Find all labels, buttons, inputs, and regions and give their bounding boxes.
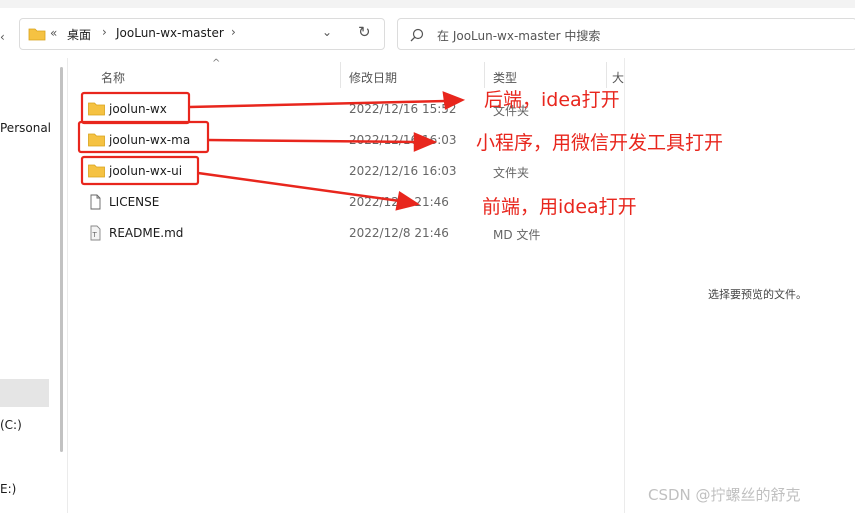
breadcrumb-overflow[interactable]: « <box>50 26 57 40</box>
file-name: joolun-wx-ui <box>109 164 183 178</box>
chevron-right-icon[interactable]: › <box>102 25 107 39</box>
folder-icon <box>28 26 46 45</box>
preview-empty-message: 选择要预览的文件。 <box>708 288 807 301</box>
text-file-icon: T <box>88 225 103 244</box>
annotation-label-miniprogram: 小程序，用微信开发工具打开 <box>476 132 724 154</box>
column-header-size[interactable]: 大 <box>612 69 624 86</box>
nav-item-selected[interactable] <box>0 379 49 407</box>
nav-item-drive-e[interactable]: E:) <box>0 482 16 496</box>
search-icon <box>410 28 424 45</box>
column-header-type[interactable]: 类型 <box>493 69 517 86</box>
breadcrumb-current-folder[interactable]: JooLun-wx-master <box>116 26 224 40</box>
file-date: 2022/12/8 21:46 <box>349 195 449 209</box>
breadcrumb-desktop[interactable]: 桌面 <box>67 26 91 43</box>
address-bar[interactable]: « 桌面 › JooLun-wx-master › ⌄ ↻ <box>19 18 385 50</box>
nav-item-personal[interactable]: Personal <box>0 121 51 135</box>
annotation-label-frontend: 前端，用idea打开 <box>482 196 637 218</box>
file-date: 2022/12/8 21:46 <box>349 226 449 240</box>
file-type: MD 文件 <box>493 228 541 242</box>
column-header-date[interactable]: 修改日期 <box>349 69 397 86</box>
file-name: joolun-wx <box>109 102 167 116</box>
folder-icon <box>88 163 105 181</box>
folder-icon <box>88 132 105 150</box>
file-date: 2022/12/16 16:03 <box>349 164 457 178</box>
file-date: 2022/12/16 16:03 <box>349 133 457 147</box>
nav-back-chevron-icon[interactable]: ‹ <box>0 30 5 44</box>
nav-scrollbar[interactable] <box>60 67 63 452</box>
sort-ascending-icon: ^ <box>212 58 221 69</box>
file-type: 文件夹 <box>493 166 530 180</box>
file-row-readme[interactable]: T README.md 2022/12/8 21:46 MD 文件 <box>82 219 622 247</box>
preview-divider[interactable] <box>624 58 625 513</box>
svg-text:T: T <box>92 231 98 239</box>
chevron-down-icon[interactable]: ⌄ <box>322 25 332 39</box>
file-row-joolun-wx-ui[interactable]: joolun-wx-ui 2022/12/16 16:03 文件夹 <box>82 157 622 185</box>
annotation-label-backend: 后端，idea打开 <box>484 89 620 111</box>
column-header-name[interactable]: 名称 <box>101 69 125 86</box>
file-name: joolun-wx-ma <box>109 133 191 147</box>
annotation-overlay <box>77 91 466 211</box>
file-icon <box>88 194 103 213</box>
title-strip <box>0 0 855 8</box>
watermark: CSDN @拧螺丝的舒克 <box>648 486 801 504</box>
search-box[interactable]: 在 JooLun-wx-master 中搜索 <box>397 18 855 50</box>
search-placeholder[interactable]: 在 JooLun-wx-master 中搜索 <box>437 27 600 44</box>
chevron-right-icon[interactable]: › <box>231 25 236 39</box>
nav-item-drive-c[interactable]: (C:) <box>0 418 22 432</box>
file-date: 2022/12/16 15:52 <box>349 102 457 116</box>
file-name: LICENSE <box>109 195 160 209</box>
pane-divider <box>67 58 68 513</box>
file-name: README.md <box>109 226 184 240</box>
folder-icon <box>88 101 105 119</box>
refresh-icon[interactable]: ↻ <box>358 23 371 41</box>
column-separator[interactable] <box>340 62 341 88</box>
